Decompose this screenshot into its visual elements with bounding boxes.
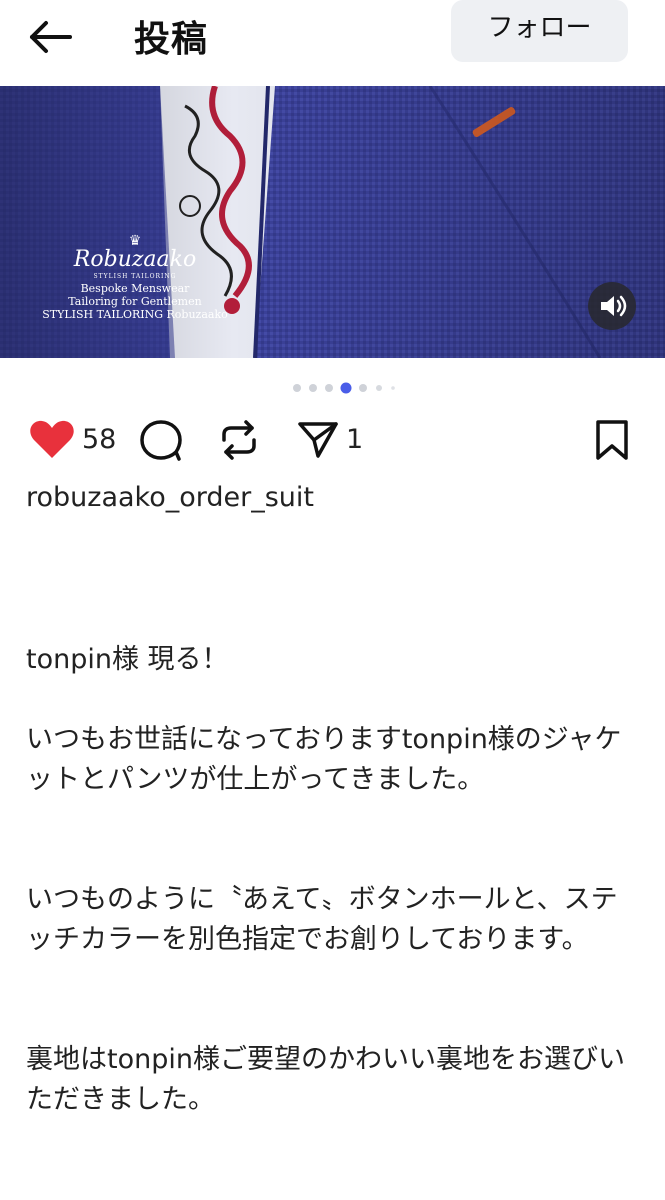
caption-paragraph: いつもお世話になっておりますtonpin様のジャケットとパンツが仕上がってきまし…	[26, 724, 622, 795]
carousel-dot	[309, 384, 317, 392]
carousel-dot	[391, 386, 395, 390]
page-title: 投稿	[134, 19, 209, 60]
brand-name: Robuzaako	[73, 247, 197, 272]
follow-button[interactable]: フォロー	[451, 0, 628, 62]
carousel-dot-active	[340, 382, 352, 394]
caption-paragraph: 裏地はtonpin様ご要望のかわいい裏地をお選びいただきました。	[26, 1044, 625, 1115]
repost-button[interactable]	[216, 418, 262, 462]
top-bar: 投稿 フォロー	[0, 0, 665, 86]
brand-line: Bespoke Menswear	[80, 282, 190, 295]
caption-paragraph: tonpin様 現る！	[26, 644, 229, 675]
brand-line: Tailoring for Gentlemen	[68, 295, 202, 308]
brand-line: STYLISH TAILORING Robuzaako	[42, 308, 228, 321]
like-count: 58	[82, 424, 117, 455]
sound-button[interactable]	[588, 282, 636, 330]
carousel-dot	[325, 384, 333, 392]
arrow-left-icon	[30, 21, 72, 53]
back-button[interactable]	[26, 14, 78, 60]
brand-watermark: ♛ Robuzaako STYLISH TAILORING Bespoke Me…	[30, 234, 240, 321]
post-image[interactable]: ♛ Robuzaako STYLISH TAILORING Bespoke Me…	[0, 86, 665, 358]
bookmark-button[interactable]	[594, 418, 630, 462]
speaker-icon	[601, 295, 627, 317]
post-caption: tonpin様 現る！ いつもお世話になっておりますtonpin様のジャケットと…	[26, 640, 626, 1120]
carousel-dot	[359, 384, 367, 392]
comment-icon	[140, 420, 182, 461]
brand-crown: ♛	[128, 233, 142, 249]
carousel-dot	[376, 385, 382, 391]
action-bar: 58 1	[0, 410, 665, 470]
post-username[interactable]: robuzaako_order_suit	[26, 482, 314, 513]
heart-icon	[30, 420, 74, 458]
send-icon	[298, 422, 338, 458]
share-count: 1	[346, 424, 364, 455]
repost-icon	[222, 420, 256, 460]
brand-subtitle: STYLISH TAILORING	[93, 273, 177, 280]
caption-paragraph: いつものように〝あえて〟ボタンホールと、ステッチカラーを別色指定でお創りしており…	[26, 884, 618, 955]
bookmark-icon	[596, 420, 628, 460]
like-button[interactable]	[28, 418, 76, 462]
carousel-dot	[293, 384, 301, 392]
share-button[interactable]	[296, 418, 342, 462]
comment-button[interactable]	[138, 418, 184, 462]
carousel-indicator	[290, 380, 410, 394]
